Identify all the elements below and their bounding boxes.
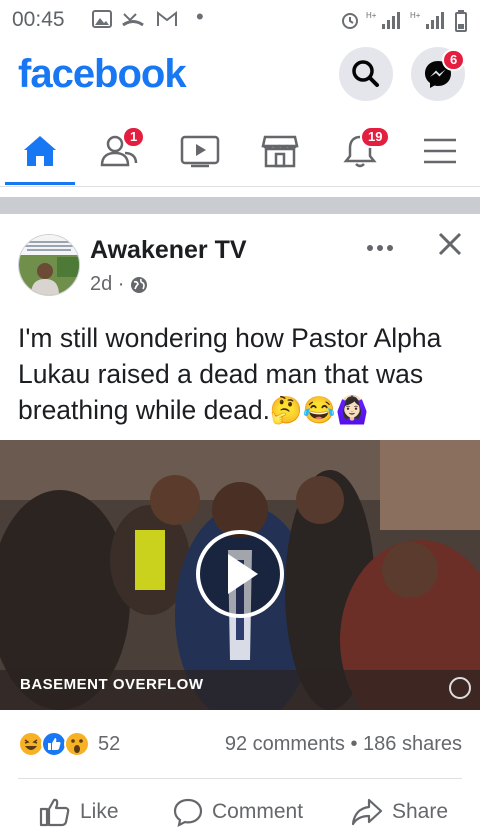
main-nav: 1 19 bbox=[0, 118, 480, 186]
post-actions: Like Comment Share bbox=[0, 790, 480, 832]
comment-icon bbox=[173, 798, 203, 827]
comments-count[interactable]: 92 comments bbox=[225, 733, 345, 755]
messenger-badge: 6 bbox=[442, 49, 466, 71]
engagement-counts: 92 comments • 186 shares bbox=[225, 733, 462, 756]
status-bar: 00:45 • H+ H+ bbox=[0, 0, 480, 40]
post-time[interactable]: 2d · bbox=[90, 273, 124, 296]
avatar-image bbox=[19, 235, 79, 295]
friends-badge: 1 bbox=[122, 126, 146, 148]
dot-icon: • bbox=[196, 4, 204, 29]
post-text: I'm still wondering how Pastor Alpha Luk… bbox=[18, 323, 442, 425]
counts-separator: • bbox=[350, 733, 364, 755]
tab-friends[interactable] bbox=[80, 118, 160, 184]
video-caption: BASEMENT OVERFLOW bbox=[20, 676, 204, 693]
divider bbox=[18, 778, 462, 779]
close-icon bbox=[438, 232, 462, 256]
like-button[interactable]: Like bbox=[38, 796, 119, 828]
missed-call-icon bbox=[122, 10, 144, 33]
thumbs-up-icon bbox=[39, 798, 70, 827]
divider bbox=[0, 186, 480, 187]
tab-notifications[interactable] bbox=[320, 118, 400, 184]
marketplace-icon bbox=[261, 135, 299, 168]
post-header: Awakener TV 2d · bbox=[0, 226, 480, 306]
gallery-icon bbox=[92, 10, 112, 33]
share-label: Share bbox=[392, 800, 449, 823]
alarm-icon bbox=[340, 10, 360, 35]
search-button[interactable] bbox=[339, 47, 393, 101]
wow-icon bbox=[64, 731, 90, 757]
tab-menu[interactable] bbox=[400, 118, 480, 184]
reactions-summary[interactable]: 52 bbox=[18, 730, 120, 758]
hide-post-button[interactable] bbox=[432, 226, 468, 262]
shares-count[interactable]: 186 shares bbox=[363, 733, 462, 755]
svg-text:H+: H+ bbox=[366, 11, 377, 20]
facebook-logo[interactable]: facebook bbox=[18, 52, 187, 97]
comment-button[interactable]: Comment bbox=[172, 796, 303, 828]
signal-icon-2: H+ bbox=[410, 10, 450, 35]
reaction-icons bbox=[18, 731, 90, 757]
tab-home[interactable] bbox=[0, 118, 80, 184]
search-icon bbox=[352, 60, 379, 87]
home-icon bbox=[24, 136, 56, 166]
globe-icon bbox=[131, 276, 148, 293]
post-meta: 2d · bbox=[90, 273, 148, 296]
tab-watch[interactable] bbox=[160, 118, 240, 184]
share-button[interactable]: Share bbox=[350, 796, 448, 828]
video-player[interactable]: BASEMENT OVERFLOW bbox=[0, 440, 480, 710]
signal-icon-1: H+ bbox=[366, 10, 406, 35]
status-time: 00:45 bbox=[12, 8, 65, 31]
more-options-button[interactable] bbox=[366, 232, 394, 260]
svg-text:H+: H+ bbox=[410, 11, 421, 20]
notifications-badge: 19 bbox=[360, 126, 391, 148]
like-icon bbox=[41, 731, 67, 757]
video-thumbnail bbox=[0, 440, 480, 710]
comment-label: Comment bbox=[212, 800, 304, 823]
active-tab-indicator bbox=[5, 182, 75, 185]
gmail-icon bbox=[156, 10, 178, 33]
tab-marketplace[interactable] bbox=[240, 118, 320, 184]
like-label: Like bbox=[80, 800, 119, 823]
more-icon bbox=[367, 245, 393, 251]
battery-icon bbox=[454, 10, 468, 37]
video-icon bbox=[180, 135, 220, 168]
post-author[interactable]: Awakener TV bbox=[90, 236, 247, 265]
avatar[interactable] bbox=[18, 234, 80, 296]
feed-separator bbox=[0, 197, 480, 214]
reaction-count: 52 bbox=[98, 732, 121, 755]
menu-icon bbox=[424, 138, 456, 164]
haha-icon bbox=[18, 731, 44, 757]
share-icon bbox=[351, 798, 383, 826]
